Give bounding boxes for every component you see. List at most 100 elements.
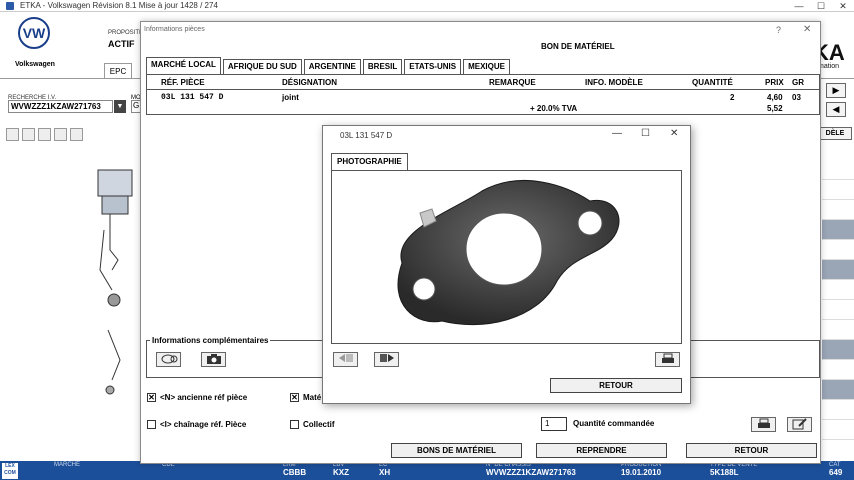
chk-chainage-box[interactable]: [147, 420, 156, 429]
edit-icon: [792, 418, 807, 430]
prev-photo-button[interactable]: [333, 352, 358, 367]
status-marche: MARCHÉ: [54, 462, 81, 468]
photo-minimize-button[interactable]: —: [612, 128, 622, 139]
bon-materiel-heading: BON DE MATÉRIEL: [541, 42, 615, 51]
quantity-input[interactable]: 1: [541, 417, 567, 431]
printer-icon: [661, 353, 674, 363]
diagram-line: [107, 329, 121, 381]
modele-button[interactable]: DÈLE: [818, 127, 852, 140]
zoom-out-icon[interactable]: [22, 128, 35, 141]
tab-afrique-du-sud[interactable]: AFRIQUE DU SUD: [222, 59, 302, 74]
chk-collectif-box[interactable]: [290, 420, 299, 429]
dialog-close-button[interactable]: ✕: [803, 24, 811, 35]
parts-table: RÉF. PIÈCE DÉSIGNATION REMARQUE INFO. MO…: [146, 75, 820, 115]
vin-search-input[interactable]: WVWZZZ1KZAW271763: [8, 100, 113, 113]
camera-icon: [206, 354, 221, 364]
tab-photographie[interactable]: PHOTOGRAPHIE: [331, 153, 408, 170]
status-chassis: N° DE CHÂSSIS WVWZZZ1KZAW271763: [486, 462, 576, 477]
help-button[interactable]: ?: [776, 25, 781, 35]
chk-ancienne-ref[interactable]: ✕ <N> ancienne réf pièce: [147, 393, 247, 402]
tab-epc[interactable]: EPC: [104, 63, 132, 78]
col-quantite: QUANTITÉ: [692, 78, 733, 87]
col-prix: PRIX: [765, 78, 784, 87]
row-designation: joint: [282, 93, 299, 102]
photo-frame: [331, 170, 682, 344]
photo-dialog-title: 03L 131 547 D: [340, 131, 393, 140]
diagram-part-1: [107, 293, 121, 307]
minimize-button[interactable]: —: [788, 0, 810, 12]
next-photo-button[interactable]: [374, 352, 399, 367]
chk-chainage-label: <I> chaînage réf. Pièce: [160, 420, 247, 429]
chk-chainage-ref[interactable]: <I> chaînage réf. Pièce: [147, 420, 246, 429]
tab-etats-unis[interactable]: ETATS-UNIS: [404, 59, 462, 74]
vin-dropdown-button[interactable]: ▼: [114, 100, 126, 113]
row-gr: 03: [792, 93, 801, 102]
col-info-modele: INFO. MODÈLE: [585, 78, 643, 87]
photo-close-button[interactable]: ✕: [670, 128, 678, 139]
prev-photo-icon: [338, 354, 353, 362]
col-remarque: REMARQUE: [489, 78, 536, 87]
tab-marche-local[interactable]: MARCHÉ LOCAL: [146, 57, 221, 74]
status-ec: EC XH: [379, 462, 391, 477]
photo-button[interactable]: [201, 352, 226, 367]
photo-maximize-button[interactable]: ☐: [641, 128, 650, 139]
tab-bresil[interactable]: BRESIL: [362, 59, 403, 74]
chk-ancienne-box[interactable]: ✕: [147, 393, 156, 402]
tva-label: + 20.0% TVA: [530, 104, 578, 113]
status-lbv: LBV KXZ: [333, 462, 349, 477]
diagram-pipe: [109, 214, 119, 271]
row-prix: 4,60: [767, 93, 783, 102]
close-button[interactable]: ✕: [832, 0, 854, 12]
table-header-row: RÉF. PIÈCE DÉSIGNATION REMARQUE INFO. MO…: [147, 75, 819, 90]
status-type-vente: TYPE DE VENTE 5K188L: [710, 462, 758, 477]
printer-icon: [757, 418, 770, 428]
row-ref[interactable]: 03L 131 547 D: [161, 93, 223, 102]
print-button[interactable]: [751, 417, 776, 432]
col-gr: GR: [792, 78, 804, 87]
nav-prev-button[interactable]: ◀: [826, 102, 846, 117]
window-title-bar: ETKA - Volkswagen Révision 8.1 Mise à jo…: [0, 0, 854, 12]
zoom-page-icon[interactable]: [70, 128, 83, 141]
parts-diagram[interactable]: [90, 160, 146, 430]
window-title: ETKA - Volkswagen Révision 8.1 Mise à jo…: [20, 1, 218, 10]
tab-mexique[interactable]: MEXIQUE: [463, 59, 510, 74]
chk-materiel-label: Maté: [303, 393, 322, 402]
vw-logo: VW: [18, 17, 50, 49]
chk-ancienne-label: <N> ancienne réf pièce: [160, 393, 248, 402]
magnifier-icon: [161, 354, 177, 364]
zoom-fit-icon[interactable]: [38, 128, 51, 141]
gasket-photo: [397, 179, 620, 326]
status-lrm: LRM CBBB: [283, 462, 307, 477]
etka-logo-sub: mation: [818, 63, 840, 70]
right-nav-controls: ▶ ◀: [826, 83, 846, 121]
zoom-in-icon[interactable]: [6, 128, 19, 141]
maximize-button[interactable]: ☐: [810, 0, 832, 12]
diagram-filter: [101, 195, 129, 215]
quantity-label: Quantité commandée: [573, 419, 655, 428]
chk-materiel[interactable]: ✕ Maté: [290, 393, 321, 402]
nav-next-button[interactable]: ▶: [826, 83, 846, 98]
photo-print-button[interactable]: [655, 352, 680, 367]
zoom-toolbar: [6, 128, 83, 141]
chk-collectif[interactable]: Collectif: [290, 420, 335, 429]
dialog-title: Informations pièces: [144, 26, 205, 33]
retour-button[interactable]: RETOUR: [686, 443, 817, 458]
bons-materiel-button[interactable]: BONS DE MATÉRIEL: [391, 443, 522, 458]
chk-materiel-box[interactable]: ✕: [290, 393, 299, 402]
zoom-reset-icon[interactable]: [54, 128, 67, 141]
magnifier-add-button[interactable]: [156, 352, 181, 367]
tva-price: 5,52: [767, 104, 783, 113]
next-photo-icon: [379, 354, 394, 362]
infos-complementaires-label: Informations complémentaires: [150, 336, 271, 345]
tab-argentine[interactable]: ARGENTINE: [303, 59, 361, 74]
lexcom-logo: LEX COM: [2, 463, 18, 479]
reprendre-button[interactable]: REPRENDRE: [536, 443, 667, 458]
brand-label: Volkswagen: [15, 61, 55, 68]
edit-button[interactable]: [787, 417, 812, 432]
market-tabs: MARCHÉ LOCAL AFRIQUE DU SUD ARGENTINE BR…: [146, 57, 512, 74]
diagram-air-box: [97, 169, 133, 197]
col-designation: DÉSIGNATION: [282, 78, 337, 87]
photo-retour-button[interactable]: RETOUR: [550, 378, 682, 393]
chk-collectif-label: Collectif: [303, 420, 335, 429]
photo-dialog: 03L 131 547 D — ☐ ✕ PHOTOGRAPHIE RETOUR: [322, 125, 691, 404]
